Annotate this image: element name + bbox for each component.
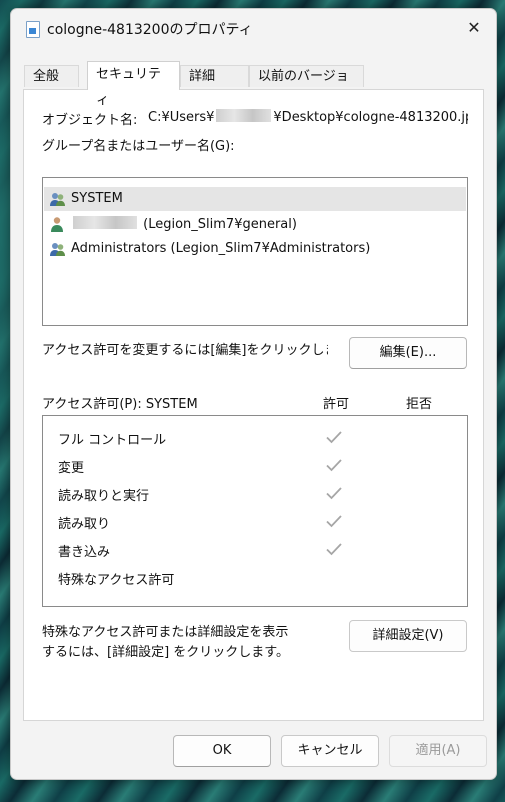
permission-row: 特殊なアクセス許可 bbox=[58, 566, 458, 590]
image-file-icon bbox=[26, 21, 40, 38]
tab-general[interactable]: 全般 bbox=[24, 65, 79, 87]
permissions-label: アクセス許可(P): SYSTEM bbox=[42, 397, 198, 412]
allow-column-header: 許可 bbox=[323, 397, 350, 412]
user-name: SYSTEM bbox=[71, 191, 123, 206]
tab-security[interactable]: セキュリティ bbox=[87, 61, 180, 108]
permission-name: フル コントロール bbox=[58, 433, 167, 448]
title-bar: cologne-4813200のプロパティ ✕ bbox=[11, 9, 496, 47]
check-icon bbox=[326, 459, 342, 472]
group-icon bbox=[50, 243, 65, 256]
user-list[interactable]: SYSTEM (Legion_Slim7¥general) Administra… bbox=[42, 177, 468, 326]
tab-previous-versions[interactable]: 以前のバージョン bbox=[249, 65, 364, 106]
permission-row: 変更 bbox=[58, 454, 458, 478]
user-item-system[interactable]: SYSTEM bbox=[44, 187, 466, 211]
permissions-list: フル コントロール 変更 読み取りと実行 読み取り 書き込み 特殊なアクセス許可 bbox=[42, 415, 468, 607]
permission-row: 読み取り bbox=[58, 510, 458, 534]
permission-name: 特殊なアクセス許可 bbox=[58, 573, 175, 588]
permission-name: 変更 bbox=[58, 461, 85, 476]
edit-hint: アクセス許可を変更するには[編集]をクリックしま bbox=[42, 343, 328, 358]
tab-strip: 全般 セキュリティ 詳細 以前のバージョン bbox=[24, 61, 484, 108]
check-icon bbox=[326, 431, 342, 444]
ok-button[interactable]: OK bbox=[173, 735, 271, 767]
advanced-hint-line2: するには、[詳細設定] をクリックします。 bbox=[42, 645, 289, 660]
apply-button[interactable]: 適用(A) bbox=[389, 735, 487, 767]
permission-name: 書き込み bbox=[58, 545, 111, 560]
permission-name: 読み取りと実行 bbox=[58, 489, 150, 504]
advanced-hint-line1: 特殊なアクセス許可または詳細設定を表示 bbox=[42, 625, 289, 640]
cancel-button[interactable]: キャンセル bbox=[281, 735, 379, 767]
user-item-general[interactable]: (Legion_Slim7¥general) bbox=[44, 212, 466, 236]
check-icon bbox=[326, 543, 342, 556]
tab-details[interactable]: 詳細 bbox=[180, 65, 249, 87]
permission-row: 書き込み bbox=[58, 538, 458, 562]
window-title: cologne-4813200のプロパティ bbox=[47, 22, 253, 38]
object-path: C:¥Users¥ ¥Desktop¥cologne-4813200.jpg bbox=[148, 109, 468, 125]
object-name-label: オブジェクト名: bbox=[42, 113, 138, 128]
user-name: (Legion_Slim7¥general) bbox=[71, 216, 297, 232]
deny-column-header: 拒否 bbox=[406, 397, 433, 412]
check-icon bbox=[326, 487, 342, 500]
groups-label: グループ名またはユーザー名(G): bbox=[42, 139, 235, 154]
permission-row: フル コントロール bbox=[58, 426, 458, 450]
object-path-prefix: C:¥Users¥ bbox=[148, 110, 215, 125]
redacted-username bbox=[216, 109, 272, 122]
close-button[interactable]: ✕ bbox=[462, 17, 486, 39]
advanced-button[interactable]: 詳細設定(V) bbox=[349, 620, 467, 652]
group-icon bbox=[50, 193, 65, 206]
user-icon bbox=[51, 217, 63, 232]
properties-dialog: cologne-4813200のプロパティ ✕ 全般 セキュリティ 詳細 以前の… bbox=[10, 8, 497, 780]
permission-row: 読み取りと実行 bbox=[58, 482, 458, 506]
user-name: Administrators (Legion_Slim7¥Administrat… bbox=[71, 241, 371, 256]
user-item-administrators[interactable]: Administrators (Legion_Slim7¥Administrat… bbox=[44, 237, 466, 261]
redacted-username bbox=[73, 216, 137, 229]
object-path-suffix: ¥Desktop¥cologne-4813200.jpg bbox=[273, 110, 468, 125]
permission-name: 読み取り bbox=[58, 517, 111, 532]
check-icon bbox=[326, 515, 342, 528]
edit-button[interactable]: 編集(E)... bbox=[349, 337, 467, 369]
